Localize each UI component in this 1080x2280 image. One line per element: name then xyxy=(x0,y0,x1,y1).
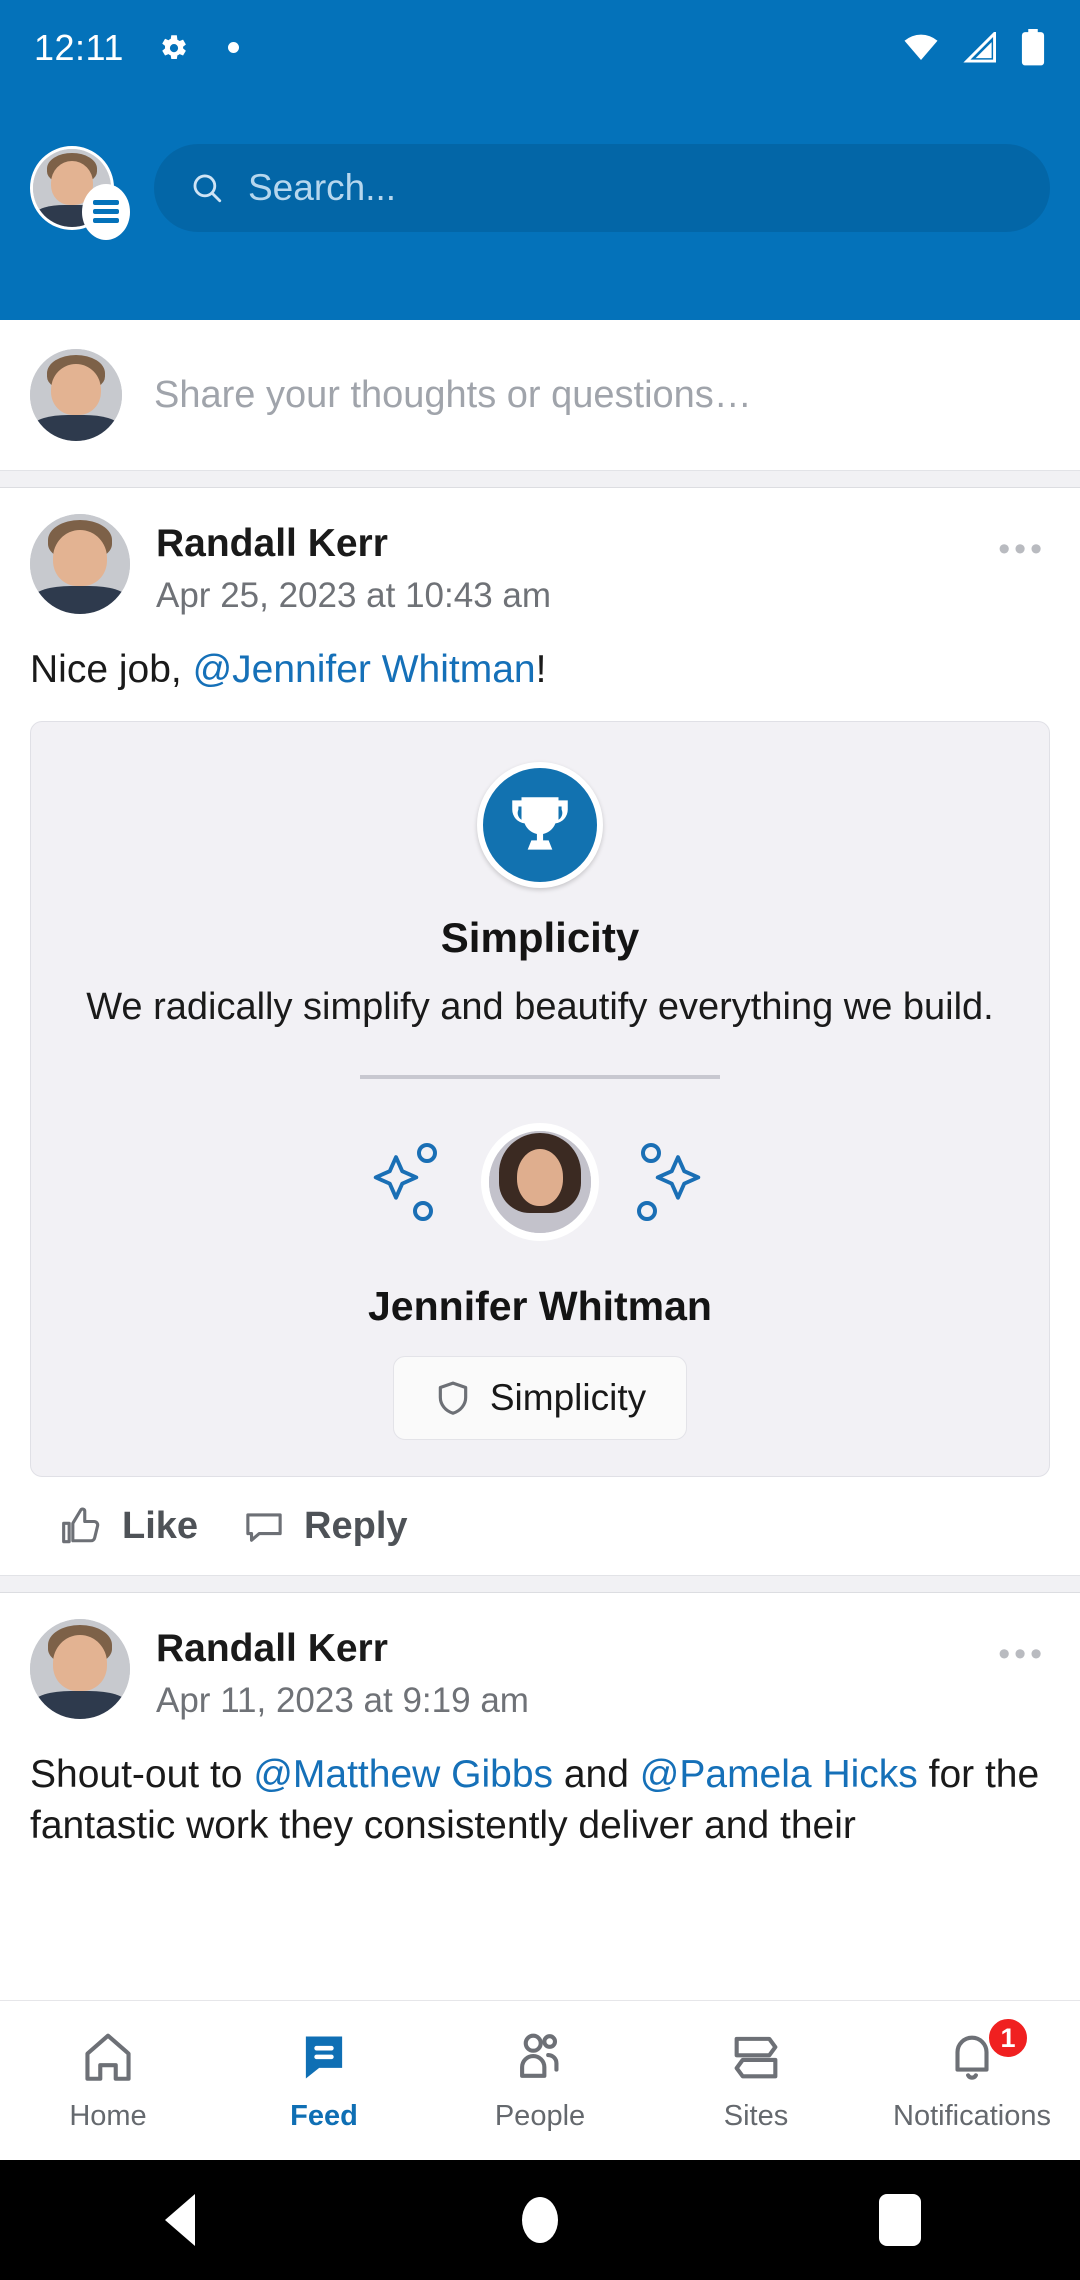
recents-square-icon xyxy=(879,2194,921,2246)
shield-icon xyxy=(438,1381,468,1415)
composer-avatar xyxy=(30,349,122,441)
award-card[interactable]: Simplicity We radically simplify and bea… xyxy=(30,721,1050,1477)
post-author-name[interactable]: Randall Kerr xyxy=(156,1625,529,1673)
award-badge-button[interactable]: Simplicity xyxy=(392,1355,688,1440)
app-screen: 12:11 Search... Share your thoughts or q… xyxy=(0,0,1080,2280)
like-button[interactable]: Like xyxy=(60,1505,198,1549)
section-divider xyxy=(0,470,1080,488)
nav-item-feed[interactable]: Feed xyxy=(216,2028,432,2133)
cellular-signal-icon xyxy=(963,31,996,63)
award-divider xyxy=(360,1074,720,1079)
nav-item-sites[interactable]: Sites xyxy=(648,2028,864,2133)
home-circle-icon xyxy=(522,2197,558,2243)
post-text-1: Shout-out to xyxy=(30,1752,254,1796)
back-triangle-icon xyxy=(165,2194,195,2246)
thumbs-up-icon xyxy=(62,1507,100,1544)
post-timestamp: Apr 11, 2023 at 9:19 am xyxy=(156,1680,529,1720)
system-home-button[interactable] xyxy=(470,2160,610,2280)
post-text: Shout-out to @Matthew Gibbs and @Pamela … xyxy=(30,1749,1050,1852)
nav-label-feed: Feed xyxy=(290,2100,358,2132)
post-actions: Like Reply xyxy=(30,1477,1050,1575)
nav-label-notifications: Notifications xyxy=(893,2100,1051,2132)
recipient-name[interactable]: Jennifer Whitman xyxy=(65,1283,1015,1330)
nav-label-people: People xyxy=(494,2100,586,2132)
post-item: Randall Kerr Apr 11, 2023 at 9:19 am •••… xyxy=(0,1592,1080,1852)
post-composer[interactable]: Share your thoughts or questions… xyxy=(0,320,1080,470)
mention-link[interactable]: @Pamela Hicks xyxy=(640,1753,918,1796)
people-icon xyxy=(520,2033,559,2078)
battery-icon xyxy=(1021,28,1045,65)
nav-item-people[interactable]: People xyxy=(432,2028,648,2133)
status-bar-clock: 12:11 xyxy=(34,26,124,68)
award-recipient xyxy=(65,1122,1015,1255)
post-text-after: ! xyxy=(535,647,547,691)
nav-item-notifications[interactable]: 1 Notifications xyxy=(864,2016,1080,2133)
sparkle-decoration-left-icon xyxy=(355,1123,475,1241)
system-back-button[interactable] xyxy=(110,2160,250,2280)
system-navigation-bar xyxy=(0,2160,1080,2280)
post-text-before: Nice job, xyxy=(30,647,193,691)
gear-icon xyxy=(156,31,190,65)
post-timestamp: Apr 25, 2023 at 10:43 am xyxy=(156,575,551,615)
search-input[interactable]: Search... xyxy=(154,143,1050,232)
feed-chat-icon xyxy=(305,2036,343,2079)
mention-link[interactable]: @Jennifer Whitman xyxy=(193,648,536,691)
award-badge-label: Simplicity xyxy=(489,1376,647,1418)
bottom-navigation: Home Feed People Sites 1 Notifications xyxy=(0,2000,1080,2160)
post-more-options-button[interactable]: ••• xyxy=(998,530,1046,569)
post-header: Randall Kerr Apr 25, 2023 at 10:43 am ••… xyxy=(30,514,1050,616)
home-icon xyxy=(85,2033,131,2081)
system-recents-button[interactable] xyxy=(830,2160,970,2280)
hamburger-menu-icon[interactable] xyxy=(82,183,130,240)
like-label: Like xyxy=(122,1505,199,1548)
recipient-avatar[interactable] xyxy=(481,1122,599,1241)
composer-placeholder: Share your thoughts or questions… xyxy=(154,373,752,416)
comment-bubble-icon xyxy=(246,1513,282,1542)
post-author-avatar[interactable] xyxy=(30,1618,130,1719)
post-author-avatar[interactable] xyxy=(30,514,130,614)
app-header: Search... xyxy=(0,95,1080,320)
post-more-options-button[interactable]: ••• xyxy=(998,1635,1046,1674)
section-divider xyxy=(0,1574,1080,1593)
trophy-icon xyxy=(477,762,603,889)
reply-button[interactable]: Reply xyxy=(242,1505,408,1549)
sparkle-decoration-right-icon xyxy=(605,1123,725,1241)
search-icon xyxy=(193,174,222,202)
nav-item-home[interactable]: Home xyxy=(0,2028,216,2133)
post-text: Nice job, @Jennifer Whitman! xyxy=(30,644,1050,695)
status-bar: 12:11 xyxy=(0,0,1080,95)
reply-label: Reply xyxy=(304,1505,408,1548)
wifi-icon xyxy=(904,34,938,60)
nav-label-sites: Sites xyxy=(723,2100,789,2132)
profile-avatar-button[interactable] xyxy=(30,145,130,240)
post-item: Randall Kerr Apr 25, 2023 at 10:43 am ••… xyxy=(0,488,1080,1575)
sites-icon xyxy=(734,2036,778,2079)
post-header: Randall Kerr Apr 11, 2023 at 9:19 am ••• xyxy=(30,1618,1050,1721)
post-text-2: and xyxy=(553,1752,640,1796)
dot-indicator-icon xyxy=(227,42,239,53)
award-description: We radically simplify and beautify every… xyxy=(86,986,994,1029)
search-placeholder: Search... xyxy=(248,166,397,208)
award-title: Simplicity xyxy=(440,914,640,962)
post-author-name[interactable]: Randall Kerr xyxy=(156,520,551,568)
status-bar-right-icons xyxy=(902,28,1046,67)
nav-label-home: Home xyxy=(69,2100,147,2132)
notifications-badge: 1 xyxy=(986,2016,1030,2060)
mention-link[interactable]: @Matthew Gibbs xyxy=(253,1753,553,1796)
